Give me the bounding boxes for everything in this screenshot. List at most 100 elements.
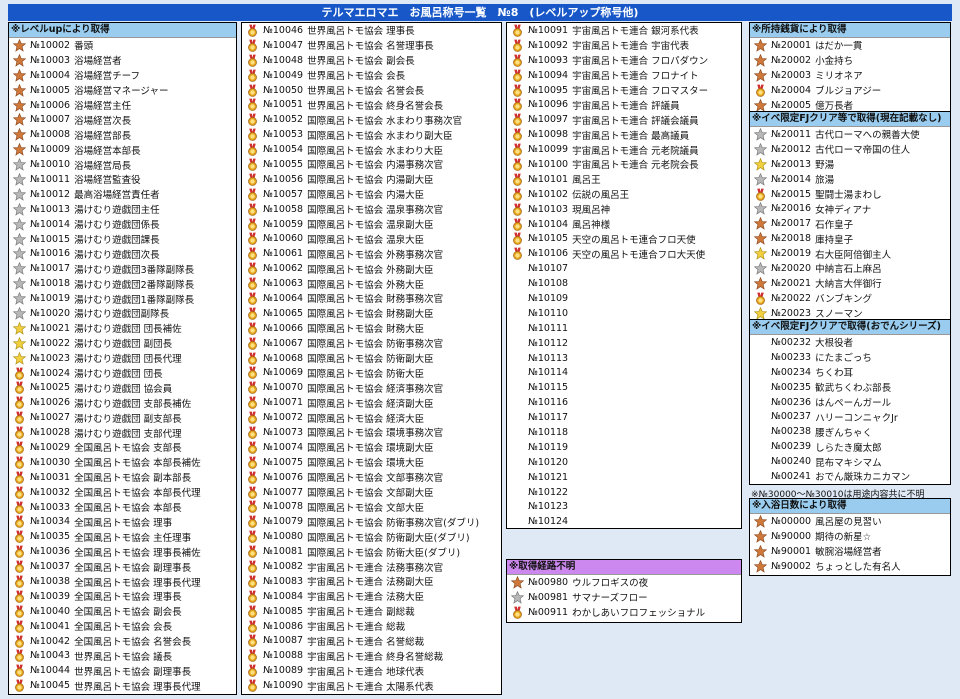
medal-icon bbox=[510, 173, 524, 186]
title-number: №10071 bbox=[263, 397, 304, 409]
medal-icon bbox=[245, 158, 259, 171]
silver-star-icon bbox=[12, 247, 26, 261]
title-name: 全国風呂トモ協会 主任理事 bbox=[74, 532, 192, 544]
title-number: №10120 bbox=[528, 456, 569, 468]
silver-star-icon bbox=[12, 262, 26, 276]
blank-icon bbox=[510, 426, 524, 439]
medal-icon bbox=[245, 307, 259, 320]
title-number: №10068 bbox=[263, 352, 304, 364]
medal-icon bbox=[12, 441, 26, 454]
title-row: №10069 国際風呂トモ協会 防衛大臣 bbox=[242, 365, 501, 380]
medal-icon bbox=[245, 292, 259, 305]
title-number: №10107 bbox=[528, 263, 569, 275]
title-number: №10035 bbox=[30, 531, 71, 543]
title-name: 浴場経営次長 bbox=[74, 115, 132, 127]
level-up-list: №10002 番頭 №10003 浴場経営者 №10004 浴場経営チーフ №10005 浴場… bbox=[9, 38, 236, 693]
title-number: №00240 bbox=[771, 456, 812, 468]
title-row: №10009 浴場経営本部長 bbox=[9, 142, 236, 157]
blank-icon bbox=[510, 396, 524, 409]
title-name: 国際風呂トモ協会 防衛副大臣(ダブリ) bbox=[307, 532, 470, 544]
title-row: №10054 国際風呂トモ協会 水まわり大臣 bbox=[242, 142, 501, 157]
title-number: №10016 bbox=[30, 248, 71, 260]
title-number: №10109 bbox=[528, 292, 569, 304]
title-row: №20002 小金持ち bbox=[750, 53, 950, 68]
title-number: №10092 bbox=[528, 39, 569, 51]
title-name: 宇宙風呂トモ連合 元老院会長 bbox=[572, 160, 699, 172]
title-name: 世界風呂トモ協会 会長 bbox=[307, 71, 406, 83]
title-row: №10104 風呂神様 bbox=[507, 217, 741, 232]
title-name: 宇宙風呂トモ連合 元老院議員 bbox=[572, 145, 699, 157]
title-row: №10060 国際風呂トモ協会 温泉大臣 bbox=[242, 231, 501, 246]
medal-icon bbox=[245, 54, 259, 67]
title-number: №10103 bbox=[528, 203, 569, 215]
medal-icon bbox=[245, 381, 259, 395]
title-number: №10049 bbox=[263, 69, 304, 81]
title-row: №10068 国際風呂トモ協会 防衛副大臣 bbox=[242, 351, 501, 366]
title-row: №10013 湯けむり遊戯団主任 bbox=[9, 202, 236, 217]
title-number: №10013 bbox=[30, 203, 71, 215]
title-number: №20011 bbox=[771, 128, 812, 140]
title-name: 国際風呂トモ協会 外務副大臣 bbox=[307, 264, 434, 276]
blank-icon bbox=[753, 410, 767, 423]
title-number: №90002 bbox=[771, 560, 812, 572]
bronze-star-icon bbox=[12, 113, 26, 127]
title-name: 国際風呂トモ協会 温泉副大臣 bbox=[307, 220, 434, 232]
title-row: №10106 天空の風呂トモ連合フロ大天使 bbox=[507, 246, 741, 261]
title-name: 宇宙風呂トモ連合 フロマスター bbox=[572, 86, 709, 97]
title-row: №10110 bbox=[507, 306, 741, 321]
title-name: 宇宙風呂トモ連合 法務大臣 bbox=[307, 592, 425, 604]
medal-icon bbox=[753, 188, 767, 201]
blank-icon bbox=[753, 381, 767, 394]
title-row: №10077 国際風呂トモ協会 文部副大臣 bbox=[242, 485, 501, 500]
title-name: 世界風呂トモ協会 名誉会長 bbox=[307, 86, 425, 97]
title-row: №10014 湯けむり遊戯団係長 bbox=[9, 217, 236, 232]
title-row: №10053 国際風呂トモ協会 水まわり副大臣 bbox=[242, 127, 501, 142]
title-number: №10114 bbox=[528, 367, 569, 379]
title-number: №10030 bbox=[30, 456, 71, 468]
title-name: 世界風呂トモ協会 終身名誉会長 bbox=[307, 100, 444, 112]
bath-days-list: №00000 風呂屋の見習い №90000 期待の新星☆ №90001 敏腕浴場経営者 №9… bbox=[750, 514, 950, 574]
title-row: №10112 bbox=[507, 336, 741, 351]
blank-icon bbox=[510, 366, 524, 379]
medal-icon bbox=[510, 218, 524, 231]
title-number: №20016 bbox=[771, 203, 812, 215]
title-row: №20020 中納言石上麻呂 bbox=[750, 261, 950, 276]
title-row: №10051 世界風呂トモ協会 終身名誉会長 bbox=[242, 97, 501, 112]
medal-icon bbox=[12, 456, 26, 469]
title-name: ウルフロギスの夜 bbox=[572, 578, 649, 590]
title-number: №10111 bbox=[528, 322, 569, 334]
medal-icon bbox=[245, 24, 259, 37]
title-row: №10087 宇宙風呂トモ連合 名誉総裁 bbox=[242, 634, 501, 649]
title-number: №10094 bbox=[528, 69, 569, 81]
bronze-star-icon bbox=[753, 529, 767, 543]
medal-icon bbox=[12, 501, 26, 514]
medal-icon bbox=[753, 84, 767, 97]
title-number: №10080 bbox=[263, 531, 304, 543]
title-number: №10034 bbox=[30, 516, 71, 528]
title-name: 全国風呂トモ協会 本部長補佐 bbox=[74, 458, 201, 470]
title-row: №00237 ハリーコンニャクJr bbox=[750, 409, 950, 424]
unknown-list: №00980 ウルフロギスの夜 №00981 サマナーズフロー №00911 わかしあいフ… bbox=[507, 575, 741, 620]
title-number: №20014 bbox=[771, 173, 812, 185]
bronze-star-icon bbox=[753, 98, 767, 112]
title-row: №00241 おでん厳珠カニカマン bbox=[750, 469, 950, 484]
silver-star-icon bbox=[12, 187, 26, 201]
medal-icon bbox=[245, 262, 259, 275]
title-row: №20014 旅湯 bbox=[750, 172, 950, 187]
title-number: №10072 bbox=[263, 412, 304, 424]
title-number: №10076 bbox=[263, 471, 304, 483]
title-row: №20012 古代ローマ帝国の住人 bbox=[750, 142, 950, 157]
title-name: 野湯 bbox=[815, 160, 835, 172]
title-number: №10022 bbox=[30, 337, 71, 349]
medal-icon bbox=[12, 367, 26, 380]
title-number: №10038 bbox=[30, 576, 71, 587]
silver-star-icon bbox=[753, 172, 767, 186]
title-number: №10054 bbox=[263, 144, 304, 156]
title-name: 宇宙風呂トモ連合 総裁 bbox=[307, 622, 406, 634]
title-row: №10080 国際風呂トモ協会 防衛副大臣(ダブリ) bbox=[242, 529, 501, 544]
title-number: №10048 bbox=[263, 54, 304, 66]
title-name: 浴場経営マネージャー bbox=[74, 86, 169, 98]
title-name: 国際風呂トモ協会 外務事務次官 bbox=[307, 249, 444, 261]
bronze-star-icon bbox=[510, 575, 524, 589]
title-number: №00981 bbox=[528, 591, 569, 603]
